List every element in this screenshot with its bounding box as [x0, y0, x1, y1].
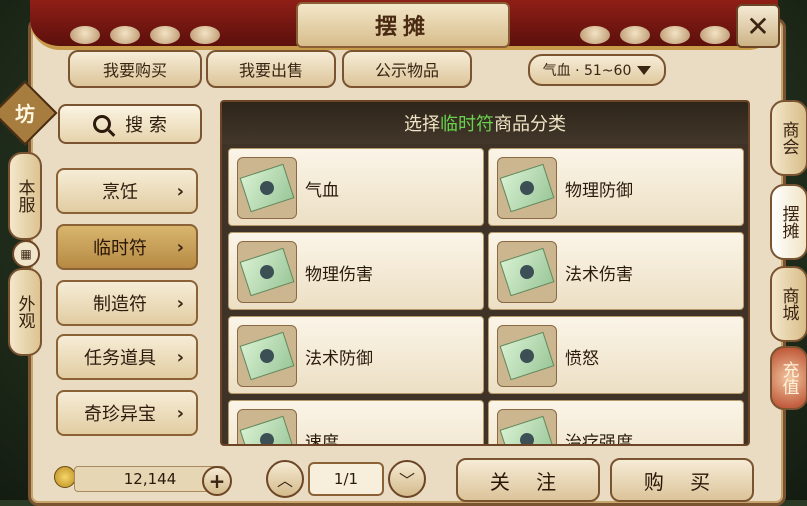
list-header-highlight: 临时符	[440, 114, 494, 135]
tab-appearance[interactable]: 外观	[8, 268, 42, 356]
tab-recharge-label: 充值	[778, 361, 799, 395]
goods-item-name: 治疗强度	[565, 432, 633, 446]
list-header: 选择 临时符 商品分类	[222, 102, 748, 144]
tab-buy[interactable]: 我要购买	[68, 50, 202, 88]
chevron-right-icon: ›	[176, 180, 184, 202]
category-label: 制造符	[93, 294, 147, 315]
search-label: 搜 索	[125, 115, 167, 136]
buy-button[interactable]: 购 买	[610, 458, 754, 502]
chevron-right-icon: ›	[176, 402, 184, 424]
tab-appearance-label: 外观	[14, 295, 35, 329]
talisman-icon	[497, 409, 557, 444]
search-icon	[93, 115, 112, 133]
goods-item-name: 气血	[305, 180, 339, 201]
roof-tile	[620, 26, 650, 44]
roof-tile	[580, 26, 610, 44]
tab-public[interactable]: 公示物品	[342, 50, 472, 88]
goods-item-name: 法术伤害	[565, 264, 633, 285]
follow-label: 关 注	[489, 469, 567, 494]
category-label: 任务道具	[84, 348, 156, 369]
plus-icon: +	[208, 469, 226, 493]
goods-item-magic-dmg[interactable]: 法术伤害	[488, 232, 744, 310]
tab-local-server-label: 本服	[14, 179, 35, 213]
page-indicator: 1/1	[308, 462, 384, 496]
title-plate: 摆摊	[296, 2, 510, 48]
goods-item-healing[interactable]: 治疗强度	[488, 400, 744, 446]
tab-local-server[interactable]: 本服	[8, 152, 42, 240]
tab-shop[interactable]: 商城	[770, 266, 807, 342]
goods-category-list: 选择 临时符 商品分类 气血 物理防御 物理伤害 法术伤害 法术防御 愤怒 速度…	[220, 100, 750, 446]
buy-label: 购 买	[643, 469, 721, 494]
goods-item-name: 愤怒	[565, 348, 599, 369]
page-down-button[interactable]: ﹀	[388, 460, 426, 498]
goods-item-name: 法术防御	[305, 348, 373, 369]
roof-tile	[660, 26, 690, 44]
goods-item-name: 物理防御	[565, 180, 633, 201]
close-icon: ✕	[746, 9, 770, 43]
tab-chamber-label: 商会	[778, 121, 799, 155]
talisman-icon	[237, 409, 297, 444]
tab-buy-label: 我要购买	[102, 61, 167, 80]
talisman-icon	[497, 325, 557, 387]
goods-item-rage[interactable]: 愤怒	[488, 316, 744, 394]
close-button[interactable]: ✕	[736, 4, 780, 48]
talisman-icon	[237, 241, 297, 303]
tab-sell[interactable]: 我要出售	[206, 50, 336, 88]
goods-item-name: 速度	[305, 432, 339, 446]
goods-item-magic-def[interactable]: 法术防御	[228, 316, 484, 394]
category-label: 临时符	[93, 238, 147, 259]
tab-public-label: 公示物品	[374, 61, 439, 80]
chevron-right-icon: ›	[176, 346, 184, 368]
roof-tile	[190, 26, 220, 44]
page-up-button[interactable]: ︿	[266, 460, 304, 498]
goods-item-phys-def[interactable]: 物理防御	[488, 148, 744, 226]
roof-tile	[70, 26, 100, 44]
caret-down-icon	[637, 65, 652, 75]
tab-recharge[interactable]: 充值	[770, 346, 807, 410]
goods-item-phys-dmg[interactable]: 物理伤害	[228, 232, 484, 310]
follow-button[interactable]: 关 注	[456, 458, 600, 502]
chevron-right-icon: ›	[176, 236, 184, 258]
arrow-up-icon: ︿	[276, 471, 293, 490]
list-header-suffix: 商品分类	[494, 114, 566, 135]
tab-sell-label: 我要出售	[238, 61, 303, 80]
tab-shop-label: 商城	[778, 287, 799, 321]
talisman-icon	[237, 157, 297, 219]
goods-item-name: 物理伤害	[305, 264, 373, 285]
category-treasures[interactable]: 奇珍异宝 ›	[56, 390, 198, 436]
tab-stall[interactable]: 摆摊	[770, 184, 807, 260]
category-label: 烹饪	[102, 182, 138, 203]
market-badge-label: 坊	[15, 101, 35, 126]
talisman-icon	[497, 241, 557, 303]
category-label: 奇珍异宝	[84, 404, 156, 425]
roof-tile	[700, 26, 730, 44]
coin-icon	[54, 466, 76, 488]
add-gold-button[interactable]: +	[202, 466, 232, 496]
page-title: 摆摊	[374, 15, 431, 40]
list-header-prefix: 选择	[404, 114, 440, 135]
goods-item-hp[interactable]: 气血	[228, 148, 484, 226]
talisman-icon	[237, 325, 297, 387]
tab-chamber[interactable]: 商会	[770, 100, 807, 176]
category-quest-items[interactable]: 任务道具 ›	[56, 334, 198, 380]
grid-icon: ▦	[12, 240, 40, 268]
roof-tile	[110, 26, 140, 44]
category-cooking[interactable]: 烹饪 ›	[56, 168, 198, 214]
goods-item-speed[interactable]: 速度	[228, 400, 484, 446]
chevron-right-icon: ›	[176, 292, 184, 314]
tab-stall-label: 摆摊	[778, 205, 799, 239]
arrow-down-icon: ﹀	[398, 471, 415, 490]
level-filter-label: 气血 · 51~60	[542, 63, 632, 79]
level-filter-dropdown[interactable]: 气血 · 51~60	[528, 54, 666, 86]
category-crafting-talisman[interactable]: 制造符 ›	[56, 280, 198, 326]
roof-tile	[150, 26, 180, 44]
category-temp-talisman[interactable]: 临时符 ›	[56, 224, 198, 270]
talisman-icon	[497, 157, 557, 219]
search-button[interactable]: 搜 索	[58, 104, 202, 144]
